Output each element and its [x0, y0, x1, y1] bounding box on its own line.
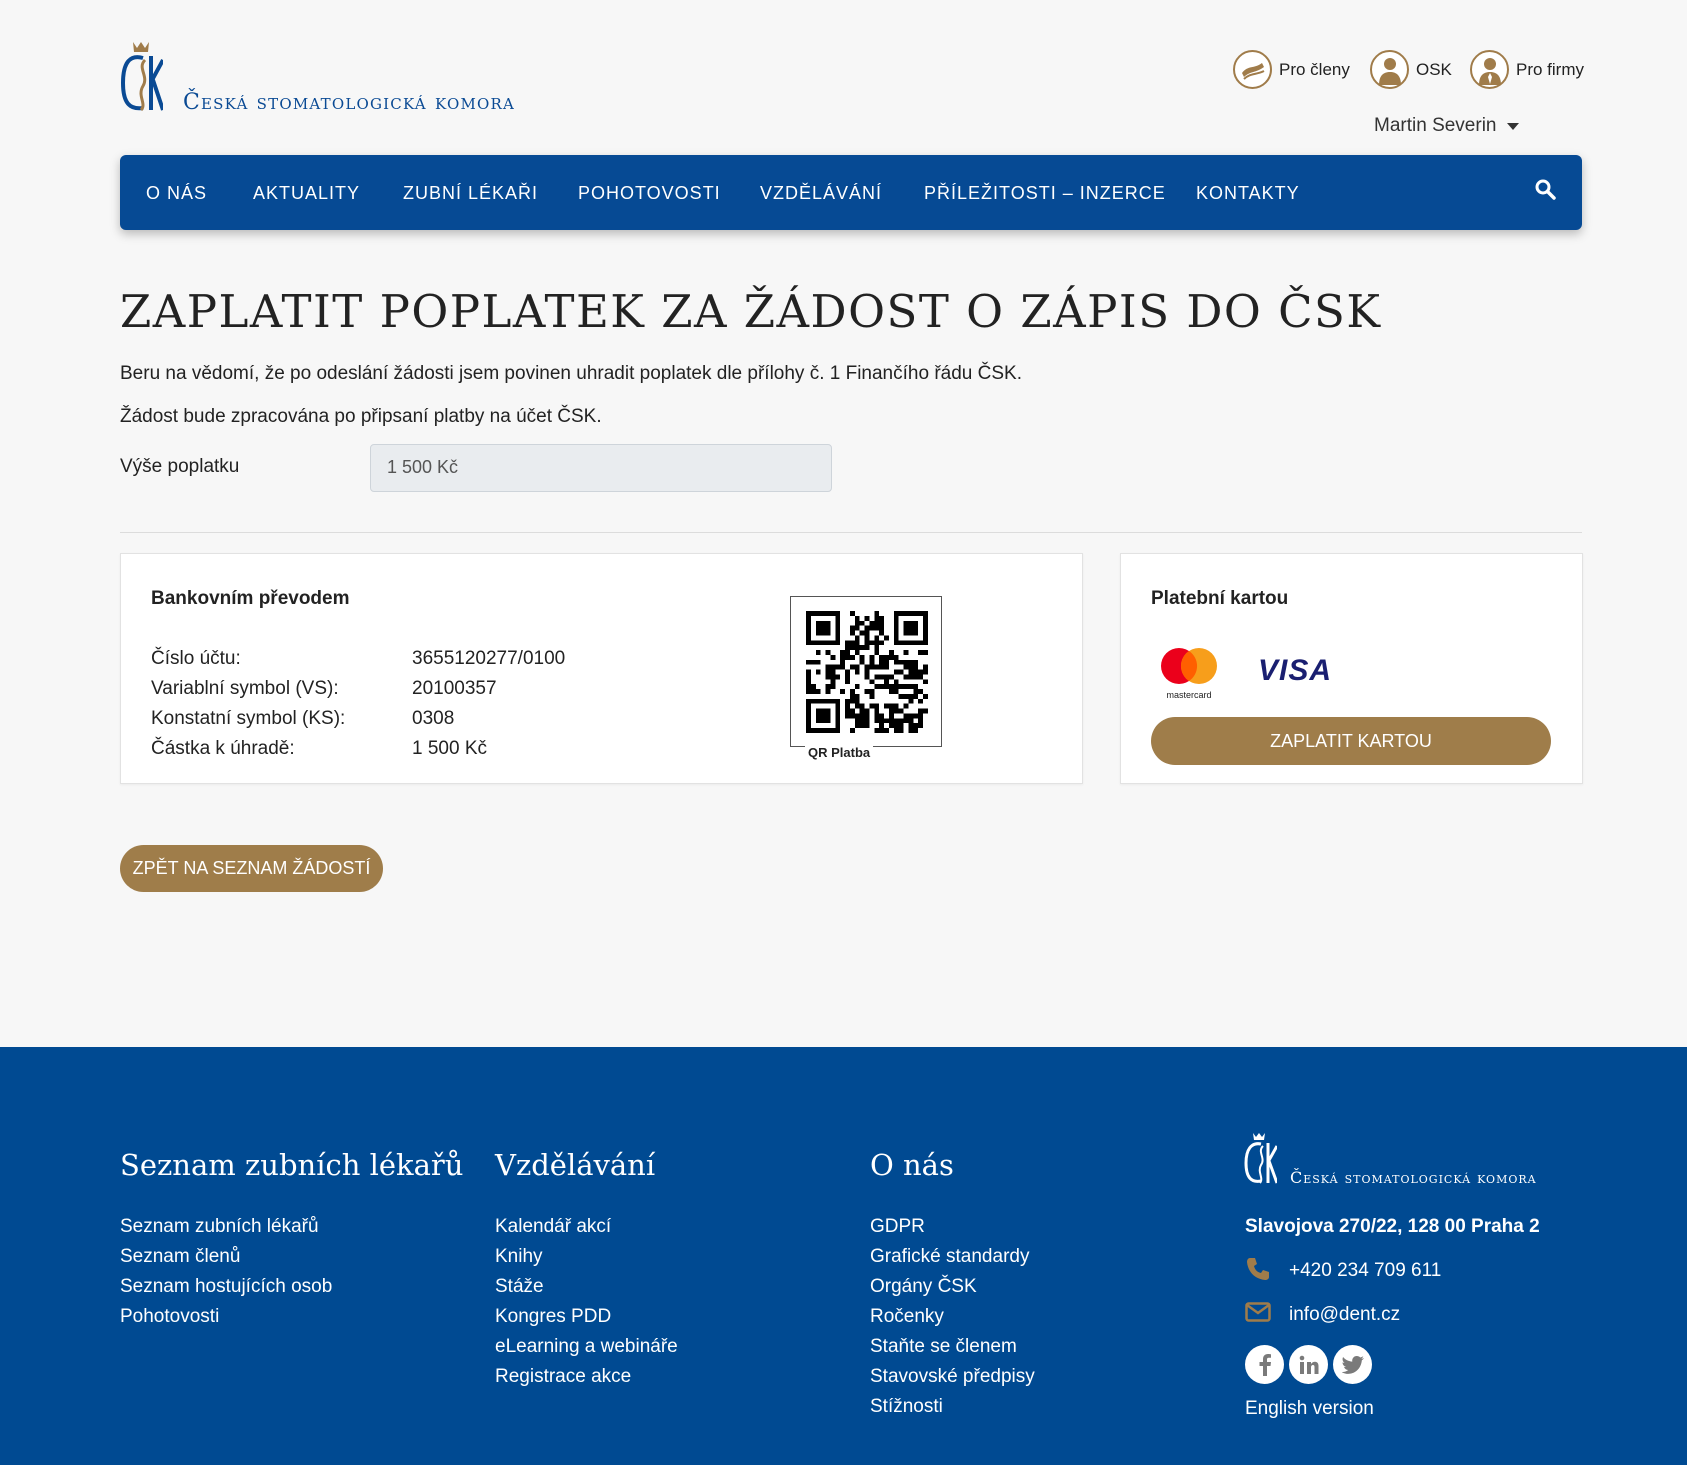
facebook-icon[interactable]	[1245, 1345, 1284, 1384]
footer-link[interactable]: Knihy	[495, 1246, 543, 1268]
nav-o-nas[interactable]: O NÁS	[146, 183, 207, 204]
fee-field: 1 500 Kč	[370, 444, 832, 492]
user-menu[interactable]: Martin Severin	[1374, 115, 1519, 137]
pay-by-card-button[interactable]: ZAPLATIT KARTOU	[1151, 717, 1551, 765]
phone-icon	[1245, 1256, 1271, 1287]
back-to-list-button[interactable]: ZPĚT NA SEZNAM ŽÁDOSTÍ	[120, 845, 383, 892]
footer	[0, 1047, 1687, 1465]
footer-address: Slavojova 270/22, 128 00 Praha 2	[1245, 1216, 1540, 1237]
main-nav: O NÁS AKTUALITY ZUBNÍ LÉKAŘI POHOTOVOSTI…	[120, 155, 1582, 230]
page-title: ZAPLATIT POPLATEK ZA ŽÁDOST O ZÁPIS DO Č…	[120, 285, 1382, 338]
info-paragraph-2: Žádost bude zpracována po připsaní platb…	[120, 406, 602, 427]
bank-transfer-title: Bankovním převodem	[151, 588, 350, 609]
fee-label: Výše poplatku	[120, 456, 240, 477]
footer-heading-about: O nás	[870, 1148, 954, 1182]
user-name: Martin Severin	[1374, 115, 1497, 136]
osk-link[interactable]: OSK	[1370, 50, 1452, 89]
footer-link[interactable]: Stížnosti	[870, 1396, 943, 1418]
qr-code	[790, 596, 942, 747]
footer-link[interactable]: Grafické standardy	[870, 1246, 1029, 1268]
footer-link[interactable]: Registrace akce	[495, 1366, 631, 1388]
twitter-icon[interactable]	[1333, 1345, 1372, 1384]
footer-link[interactable]: Seznam členů	[120, 1246, 240, 1268]
csk-logo-icon[interactable]	[119, 38, 163, 113]
nav-kontakty[interactable]: KONTAKTY	[1196, 183, 1300, 204]
qr-caption: QR Platba	[805, 745, 874, 760]
pro-cleny-label: Pro členy	[1279, 59, 1350, 79]
person-icon	[1370, 50, 1409, 89]
amount-label: Částka k úhradě:	[151, 738, 295, 759]
footer-link[interactable]: GDPR	[870, 1216, 925, 1238]
footer-link[interactable]: Staňte se členem	[870, 1336, 1017, 1358]
nav-zubni-lekari[interactable]: ZUBNÍ LÉKAŘI	[403, 183, 538, 204]
pro-firmy-link[interactable]: Pro firmy	[1470, 50, 1584, 89]
pro-cleny-link[interactable]: Pro členy	[1233, 50, 1350, 89]
hands-icon	[1233, 50, 1272, 89]
nav-aktuality[interactable]: AKTUALITY	[253, 183, 360, 204]
footer-heading-education: Vzdělávání	[495, 1148, 656, 1182]
divider	[120, 532, 1582, 533]
footer-link[interactable]: Pohotovosti	[120, 1306, 219, 1328]
footer-link[interactable]: Kongres PDD	[495, 1306, 611, 1328]
footer-phone[interactable]: +420 234 709 611	[1289, 1260, 1441, 1282]
amount-value: 1 500 Kč	[412, 738, 487, 759]
card-payment-title: Platební kartou	[1151, 588, 1289, 609]
footer-link[interactable]: Seznam zubních lékařů	[120, 1216, 319, 1238]
account-value: 3655120277/0100	[412, 648, 566, 669]
nav-pohotovosti[interactable]: POHOTOVOSTI	[578, 183, 721, 204]
search-icon[interactable]	[1535, 179, 1557, 206]
account-label: Číslo účtu:	[151, 648, 241, 669]
nav-vzdelavani[interactable]: VZDĚLÁVÁNÍ	[760, 183, 882, 204]
footer-logo-icon[interactable]	[1243, 1130, 1277, 1185]
mastercard-text: mastercard	[1166, 690, 1212, 700]
visa-logo: VISA	[1258, 654, 1333, 687]
footer-email[interactable]: info@dent.cz	[1289, 1304, 1400, 1326]
pro-firmy-label: Pro firmy	[1516, 59, 1584, 79]
osk-label: OSK	[1416, 59, 1452, 79]
ks-label: Konstatní symbol (KS):	[151, 708, 346, 729]
footer-link[interactable]: Kalendář akcí	[495, 1216, 611, 1238]
footer-link[interactable]: Ročenky	[870, 1306, 944, 1328]
businessman-icon	[1470, 50, 1509, 89]
footer-link[interactable]: Orgány ČSK	[870, 1276, 977, 1298]
info-paragraph-1: Beru na vědomí, že po odeslání žádosti j…	[120, 363, 1022, 384]
vs-label: Variablní symbol (VS):	[151, 678, 339, 699]
envelope-icon	[1245, 1302, 1271, 1327]
footer-link[interactable]: Seznam hostujících osob	[120, 1276, 332, 1298]
footer-link[interactable]: Stavovské předpisy	[870, 1366, 1035, 1388]
vs-value: 20100357	[412, 678, 497, 699]
footer-logo-text[interactable]: Česká stomatologická komora	[1290, 1168, 1537, 1187]
caret-down-icon	[1506, 122, 1519, 130]
mastercard-logo: mastercard	[1157, 646, 1221, 700]
logo-text[interactable]: Česká stomatologická komora	[183, 90, 515, 115]
english-version-link[interactable]: English version	[1245, 1398, 1374, 1420]
footer-link[interactable]: eLearning a webináře	[495, 1336, 678, 1358]
footer-link[interactable]: Stáže	[495, 1276, 544, 1298]
nav-prilezitosti[interactable]: PŘÍLEŽITOSTI – INZERCE	[924, 183, 1166, 204]
linkedin-icon[interactable]	[1289, 1345, 1328, 1384]
footer-heading-dentists: Seznam zubních lékařů	[120, 1148, 464, 1182]
ks-value: 0308	[412, 708, 455, 729]
